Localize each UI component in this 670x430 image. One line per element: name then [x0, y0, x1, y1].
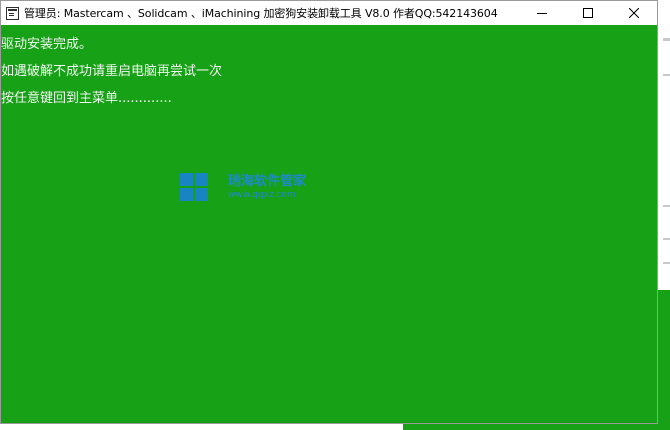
maximize-icon — [583, 8, 593, 18]
console-line: 如遇破解不成功请重启电脑再尝试一次 — [1, 64, 223, 79]
maximize-button[interactable] — [565, 1, 611, 25]
window-controls — [519, 1, 657, 25]
minimize-button[interactable] — [519, 1, 565, 25]
watermark-text: 瑞海软件管家 www.qqxz.com — [228, 174, 306, 201]
background-mark — [663, 38, 670, 41]
title-bar[interactable]: 管理员: Mastercam 、Solidcam 、iMachining 加密狗… — [1, 1, 657, 25]
console-line: 按任意键回到主菜单............. — [1, 91, 172, 106]
background-mark — [663, 205, 670, 207]
background-mark — [663, 238, 670, 240]
watermark-name: 瑞海软件管家 — [228, 173, 307, 189]
console-window-icon[interactable] — [6, 6, 19, 20]
watermark-url: www.qqxz.com — [228, 189, 296, 200]
background-window-edge — [658, 290, 670, 430]
minimize-icon — [537, 13, 547, 14]
close-button[interactable] — [611, 1, 657, 25]
watermark: 瑞海软件管家 www.qqxz.com — [180, 173, 306, 201]
background-window-bottom — [403, 424, 670, 430]
window-title: 管理员: Mastercam 、Solidcam 、iMachining 加密狗… — [24, 7, 498, 20]
background-mark — [663, 74, 670, 76]
background-mark — [663, 262, 670, 264]
console-output[interactable]: 驱动安装完成。 如遇破解不成功请重启电脑再尝试一次 按任意键回到主菜单.....… — [1, 25, 657, 423]
console-window[interactable]: 管理员: Mastercam 、Solidcam 、iMachining 加密狗… — [0, 0, 658, 424]
windows-logo-icon — [180, 173, 208, 201]
close-icon — [629, 8, 639, 18]
console-line: 驱动安装完成。 — [1, 37, 93, 52]
